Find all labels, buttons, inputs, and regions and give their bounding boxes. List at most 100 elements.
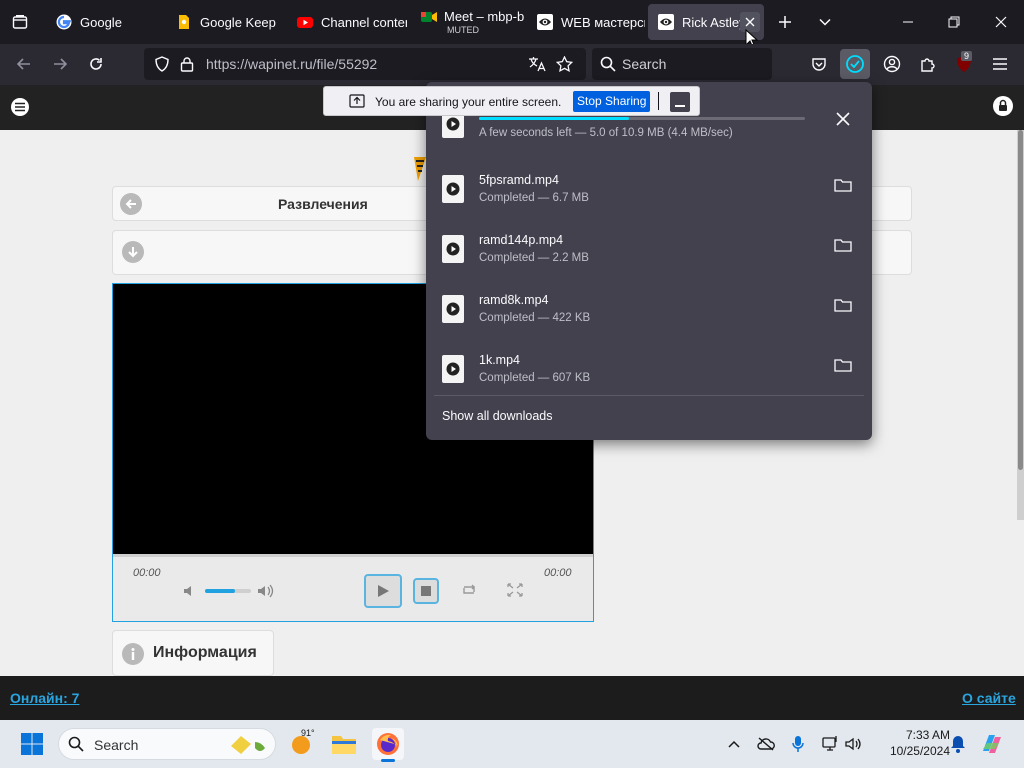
stop-icon — [421, 586, 431, 596]
downloads-button[interactable] — [840, 49, 870, 79]
folder-icon[interactable] — [834, 357, 854, 377]
folder-icon[interactable] — [834, 177, 854, 197]
ublock-button[interactable]: 9 — [949, 49, 979, 79]
volume-level — [205, 589, 235, 593]
url-bar[interactable]: https://wapinet.ru/file/55292 — [144, 48, 586, 80]
arrow-down-icon[interactable] — [122, 241, 144, 263]
volume-status[interactable] — [838, 728, 870, 760]
translate-icon[interactable] — [528, 56, 546, 72]
repeat-icon[interactable] — [460, 583, 478, 597]
category-label[interactable]: Развлечения — [278, 196, 368, 212]
online-link[interactable]: Онлайн: 7 — [10, 690, 79, 706]
folder-icon[interactable] — [834, 237, 854, 257]
meet-favicon — [420, 9, 437, 25]
bookmark-star-icon[interactable] — [556, 56, 573, 72]
download-progress-bar — [479, 117, 805, 120]
account-button[interactable] — [877, 49, 907, 79]
microphone-status[interactable] — [782, 728, 814, 760]
share-message: You are sharing your entire screen. — [375, 95, 562, 109]
downloads-check-icon — [846, 55, 864, 73]
nav-toolbar: https://wapinet.ru/file/55292 Search 9 — [0, 44, 1024, 85]
bell-icon — [951, 736, 965, 753]
show-all-downloads-link[interactable]: Show all downloads — [442, 409, 553, 423]
download-item[interactable]: 1k.mp4 Completed — 607 KB — [426, 343, 872, 403]
tab-title: Google Keep — [200, 14, 276, 30]
firefox-taskbar-button[interactable] — [372, 728, 404, 762]
tab-meet[interactable]: Meet – mbp-b MUTED — [410, 4, 524, 40]
fullscreen-icon[interactable] — [507, 583, 523, 597]
shield-icon[interactable] — [154, 56, 170, 72]
download-progress-fill — [479, 117, 629, 120]
play-button[interactable] — [364, 574, 402, 608]
video-file-icon — [442, 295, 464, 323]
show-hidden-icons-button[interactable] — [718, 728, 750, 760]
notifications-button[interactable] — [942, 728, 974, 760]
share-divider — [658, 92, 659, 110]
download-item[interactable]: ramd8k.mp4 Completed — 422 KB — [426, 283, 872, 343]
time-current: 00:00 — [133, 567, 161, 579]
weather-widget[interactable]: 91° — [286, 728, 318, 760]
tab-google-keep[interactable]: Google Keep — [166, 4, 284, 40]
reload-button[interactable] — [81, 49, 111, 79]
stop-button[interactable] — [413, 578, 439, 604]
active-app-indicator — [381, 759, 395, 762]
player-controls: 00:00 00:00 — [113, 554, 593, 621]
minimize-share-bar-button[interactable] — [670, 92, 690, 112]
search-bar[interactable]: Search — [592, 48, 772, 80]
tab-google[interactable]: Google — [46, 4, 164, 40]
folder-icon[interactable] — [834, 297, 854, 317]
mute-icon[interactable] — [183, 584, 197, 598]
site-footer: Онлайн: 7 О сайте — [0, 676, 1024, 720]
pocket-button[interactable] — [804, 49, 834, 79]
page-scrollbar[interactable] — [1017, 130, 1024, 520]
download-item[interactable]: ramd144p.mp4 Completed — 2.2 MB — [426, 223, 872, 283]
about-link[interactable]: О сайте — [962, 690, 1016, 706]
site-lock-icon[interactable] — [993, 96, 1013, 116]
back-button[interactable] — [9, 49, 39, 79]
onedrive-status[interactable] — [750, 728, 782, 760]
tab-title: WEB мастерская — [561, 14, 645, 30]
seek-bar[interactable] — [113, 554, 593, 557]
restore-window-button[interactable] — [938, 6, 970, 38]
tab-web-masterskaya[interactable]: WEB мастерская — [527, 4, 645, 40]
download-filename: 1k.mp4 — [479, 353, 520, 367]
windows-logo-icon — [21, 733, 43, 755]
extensions-button[interactable] — [913, 49, 943, 79]
scrollbar-thumb[interactable] — [1018, 130, 1023, 470]
cancel-download-button[interactable] — [836, 112, 850, 126]
app-menu-button[interactable] — [985, 49, 1015, 79]
clock[interactable]: 7:33 AM 10/25/2024 — [870, 727, 950, 759]
lock-icon[interactable] — [180, 56, 194, 72]
site-menu-icon[interactable] — [10, 98, 30, 116]
info-button[interactable]: Информация — [112, 630, 274, 676]
account-icon — [883, 55, 901, 73]
weather-temp: 91° — [301, 728, 315, 738]
download-item[interactable]: 5fpsramd.mp4 Completed — 6.7 MB — [426, 163, 872, 223]
puzzle-icon — [921, 58, 935, 72]
minimize-window-button[interactable] — [892, 6, 924, 38]
taskbar: Search 91° 7:33 AM 10/25/2024 — [0, 720, 1024, 768]
url-text[interactable]: https://wapinet.ru/file/55292 — [206, 56, 377, 72]
copilot-button[interactable] — [976, 728, 1008, 760]
forward-button[interactable] — [45, 49, 75, 79]
arrow-left-icon — [16, 58, 30, 70]
tab-channel-content[interactable]: Channel content — [287, 4, 407, 40]
downloads-panel: A few seconds left — 5.0 of 10.9 MB (4.4… — [426, 82, 872, 440]
firefox-view-button[interactable] — [4, 6, 36, 38]
info-label[interactable]: Информация — [153, 644, 257, 662]
extension-badge: 9 — [961, 51, 973, 61]
arrow-left-icon[interactable] — [120, 193, 142, 215]
cloud-off-icon — [757, 737, 775, 751]
list-all-tabs-button[interactable] — [809, 6, 841, 38]
volume-max-icon[interactable] — [257, 583, 275, 599]
taskbar-search[interactable]: Search — [58, 728, 276, 760]
video-file-icon — [442, 235, 464, 263]
file-explorer-button[interactable] — [328, 728, 360, 760]
stop-sharing-button[interactable]: Stop Sharing — [573, 91, 651, 112]
close-window-button[interactable] — [985, 6, 1017, 38]
clock-time: 7:33 AM — [905, 728, 950, 742]
new-tab-button[interactable] — [769, 6, 801, 38]
close-icon — [836, 112, 850, 126]
volume-slider[interactable] — [205, 589, 251, 593]
start-button[interactable] — [16, 728, 48, 760]
